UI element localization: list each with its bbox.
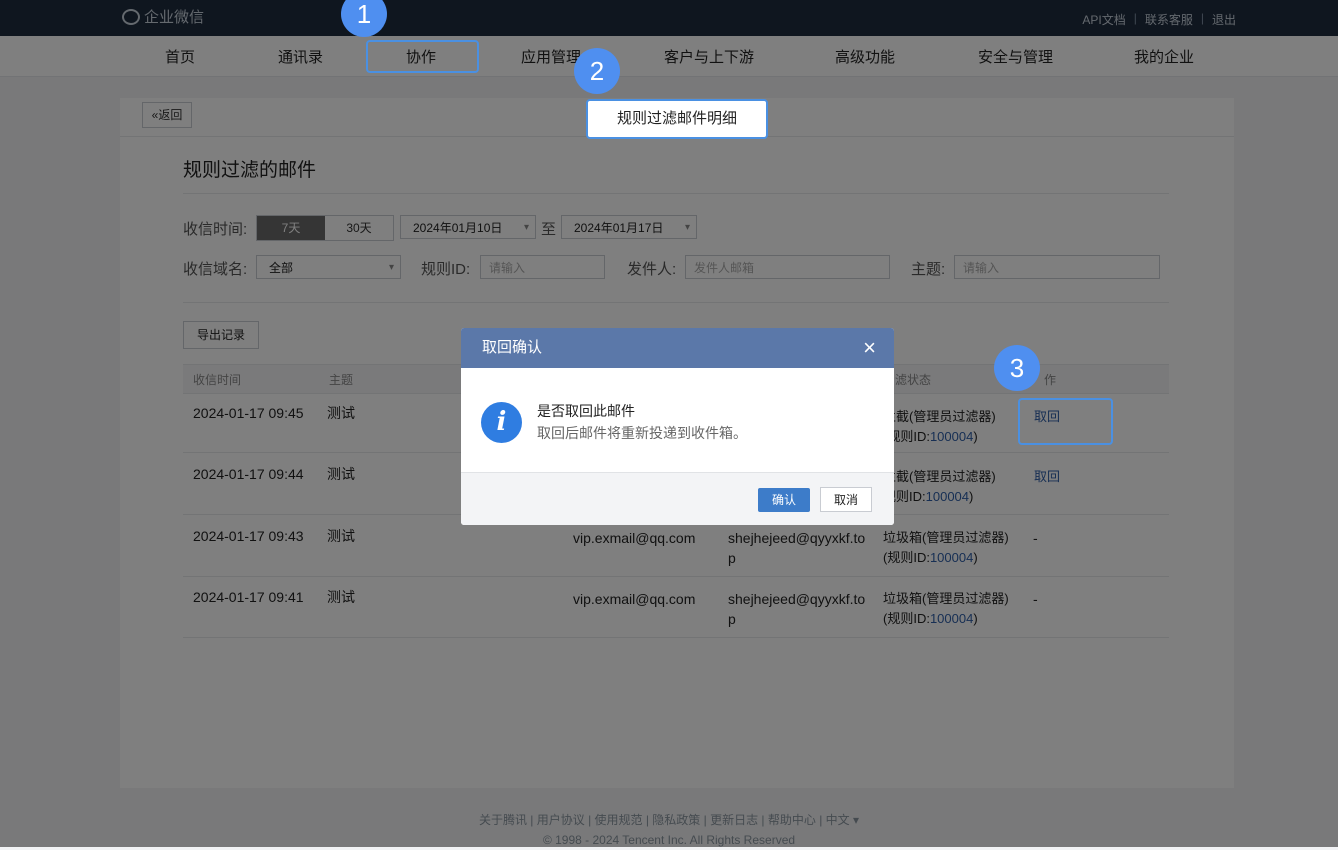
close-icon[interactable]: × (863, 328, 876, 368)
highlight-retrieve (1018, 398, 1113, 445)
dialog-detail: 取回后邮件将重新投递到收件箱。 (537, 425, 747, 441)
dialog-title: 取回确认 (461, 328, 894, 368)
page-title: 规则过滤邮件明细 (586, 99, 768, 139)
dialog-message: 是否取回此邮件 (537, 403, 635, 419)
step-marker-2: 2 (574, 48, 620, 94)
confirm-button[interactable]: 确认 (758, 488, 810, 512)
step-marker-3: 3 (994, 345, 1040, 391)
highlight-collaboration (366, 40, 479, 73)
retrieve-confirm-dialog: 取回确认 × i 是否取回此邮件 取回后邮件将重新投递到收件箱。 确认 取消 (461, 328, 894, 525)
info-icon: i (481, 402, 522, 443)
cancel-button[interactable]: 取消 (820, 487, 872, 512)
